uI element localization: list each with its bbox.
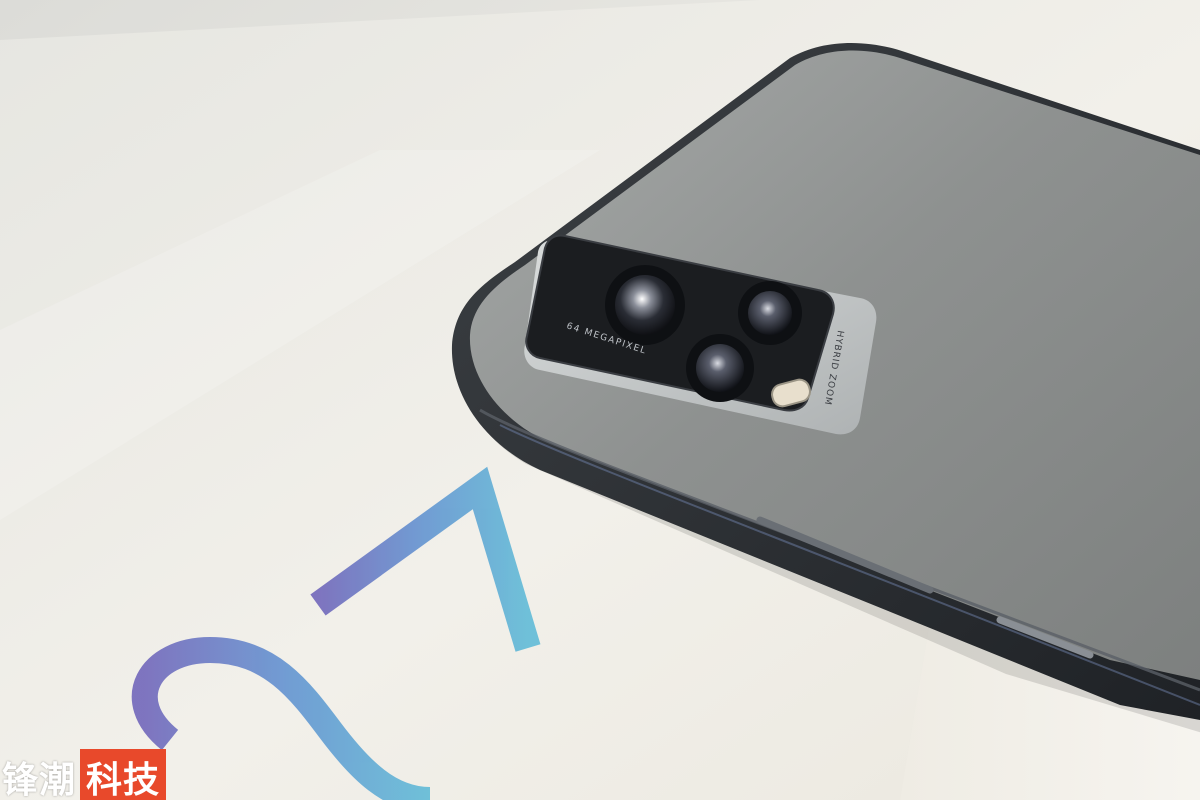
main-lens	[615, 275, 675, 335]
product-photo: S7 64 MEGAPIXEL HYBRI	[0, 0, 1200, 800]
photo-canvas: S7 64 MEGAPIXEL HYBRI	[0, 0, 1200, 800]
watermark-brand-part1: 锋潮	[2, 760, 77, 800]
macro-lens	[696, 344, 744, 392]
wide-lens	[748, 291, 792, 335]
watermark-brand-part2: 科技	[80, 749, 167, 800]
watermark: 锋潮 科技	[0, 749, 167, 800]
